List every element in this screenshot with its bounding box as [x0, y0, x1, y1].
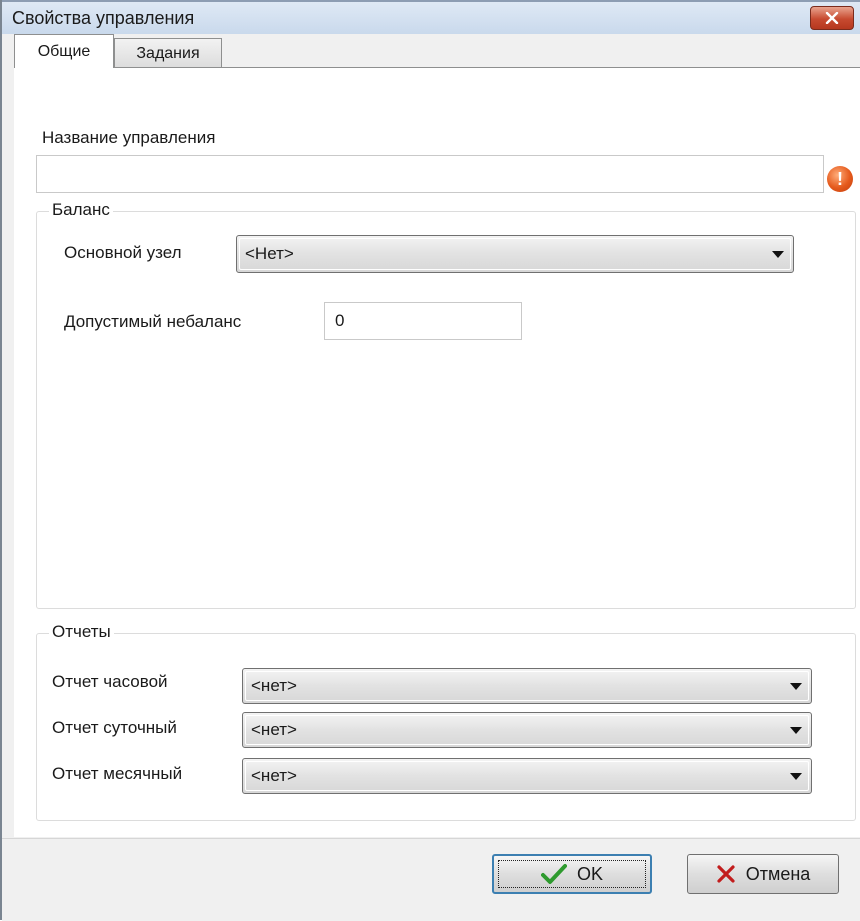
- main-node-label: Основной узел: [64, 243, 182, 262]
- chevron-down-icon: [763, 236, 793, 272]
- monthly-report-dropdown[interactable]: <нет>: [242, 758, 812, 794]
- close-icon: [825, 12, 839, 24]
- close-button[interactable]: [810, 6, 854, 30]
- chevron-down-icon: [781, 713, 811, 747]
- dialog-footer: OK Отмена: [2, 838, 860, 921]
- imbalance-value: 0: [335, 311, 345, 330]
- exclamation-icon: !: [827, 166, 853, 192]
- balance-group-legend: Баланс: [49, 200, 113, 220]
- title-bar: Свойства управления: [2, 0, 860, 34]
- tab-general-label: Общие: [37, 42, 91, 60]
- chevron-down-icon: [781, 759, 811, 793]
- tab-panel-general: Название управления ! Баланс Основной уз…: [14, 67, 860, 837]
- cancel-x-icon: [717, 865, 735, 883]
- chevron-down-icon: [781, 669, 811, 703]
- checkmark-icon: [540, 864, 567, 884]
- tab-general[interactable]: Общие: [14, 34, 114, 68]
- imbalance-label: Допустимый небаланс: [64, 312, 242, 331]
- control-name-input[interactable]: [36, 155, 824, 193]
- cancel-button[interactable]: Отмена: [687, 854, 839, 894]
- hourly-report-dropdown[interactable]: <нет>: [242, 668, 812, 704]
- monthly-report-value: <нет>: [251, 766, 297, 785]
- ok-button-label: OK: [576, 863, 603, 884]
- hourly-report-label: Отчет часовой: [52, 672, 168, 691]
- properties-dialog: Свойства управления Общие Задания Назван…: [0, 0, 860, 921]
- daily-report-label: Отчет суточный: [52, 718, 177, 737]
- focus-ring: [498, 860, 646, 888]
- monthly-report-label: Отчет месячный: [52, 764, 183, 783]
- main-node-dropdown[interactable]: <Нет>: [236, 235, 794, 273]
- daily-report-value: <нет>: [251, 720, 297, 739]
- tab-tasks-label: Задания: [136, 44, 200, 62]
- window-title: Свойства управления: [12, 8, 195, 28]
- main-node-value: <Нет>: [245, 244, 294, 263]
- cancel-button-label: Отмена: [745, 863, 811, 884]
- tab-tasks[interactable]: Задания: [114, 38, 222, 68]
- reports-group-legend: Отчеты: [49, 622, 114, 642]
- control-name-label: Название управления: [42, 128, 216, 147]
- imbalance-input[interactable]: 0: [324, 302, 522, 340]
- hourly-report-value: <нет>: [251, 676, 297, 695]
- daily-report-dropdown[interactable]: <нет>: [242, 712, 812, 748]
- ok-button[interactable]: OK: [492, 854, 652, 894]
